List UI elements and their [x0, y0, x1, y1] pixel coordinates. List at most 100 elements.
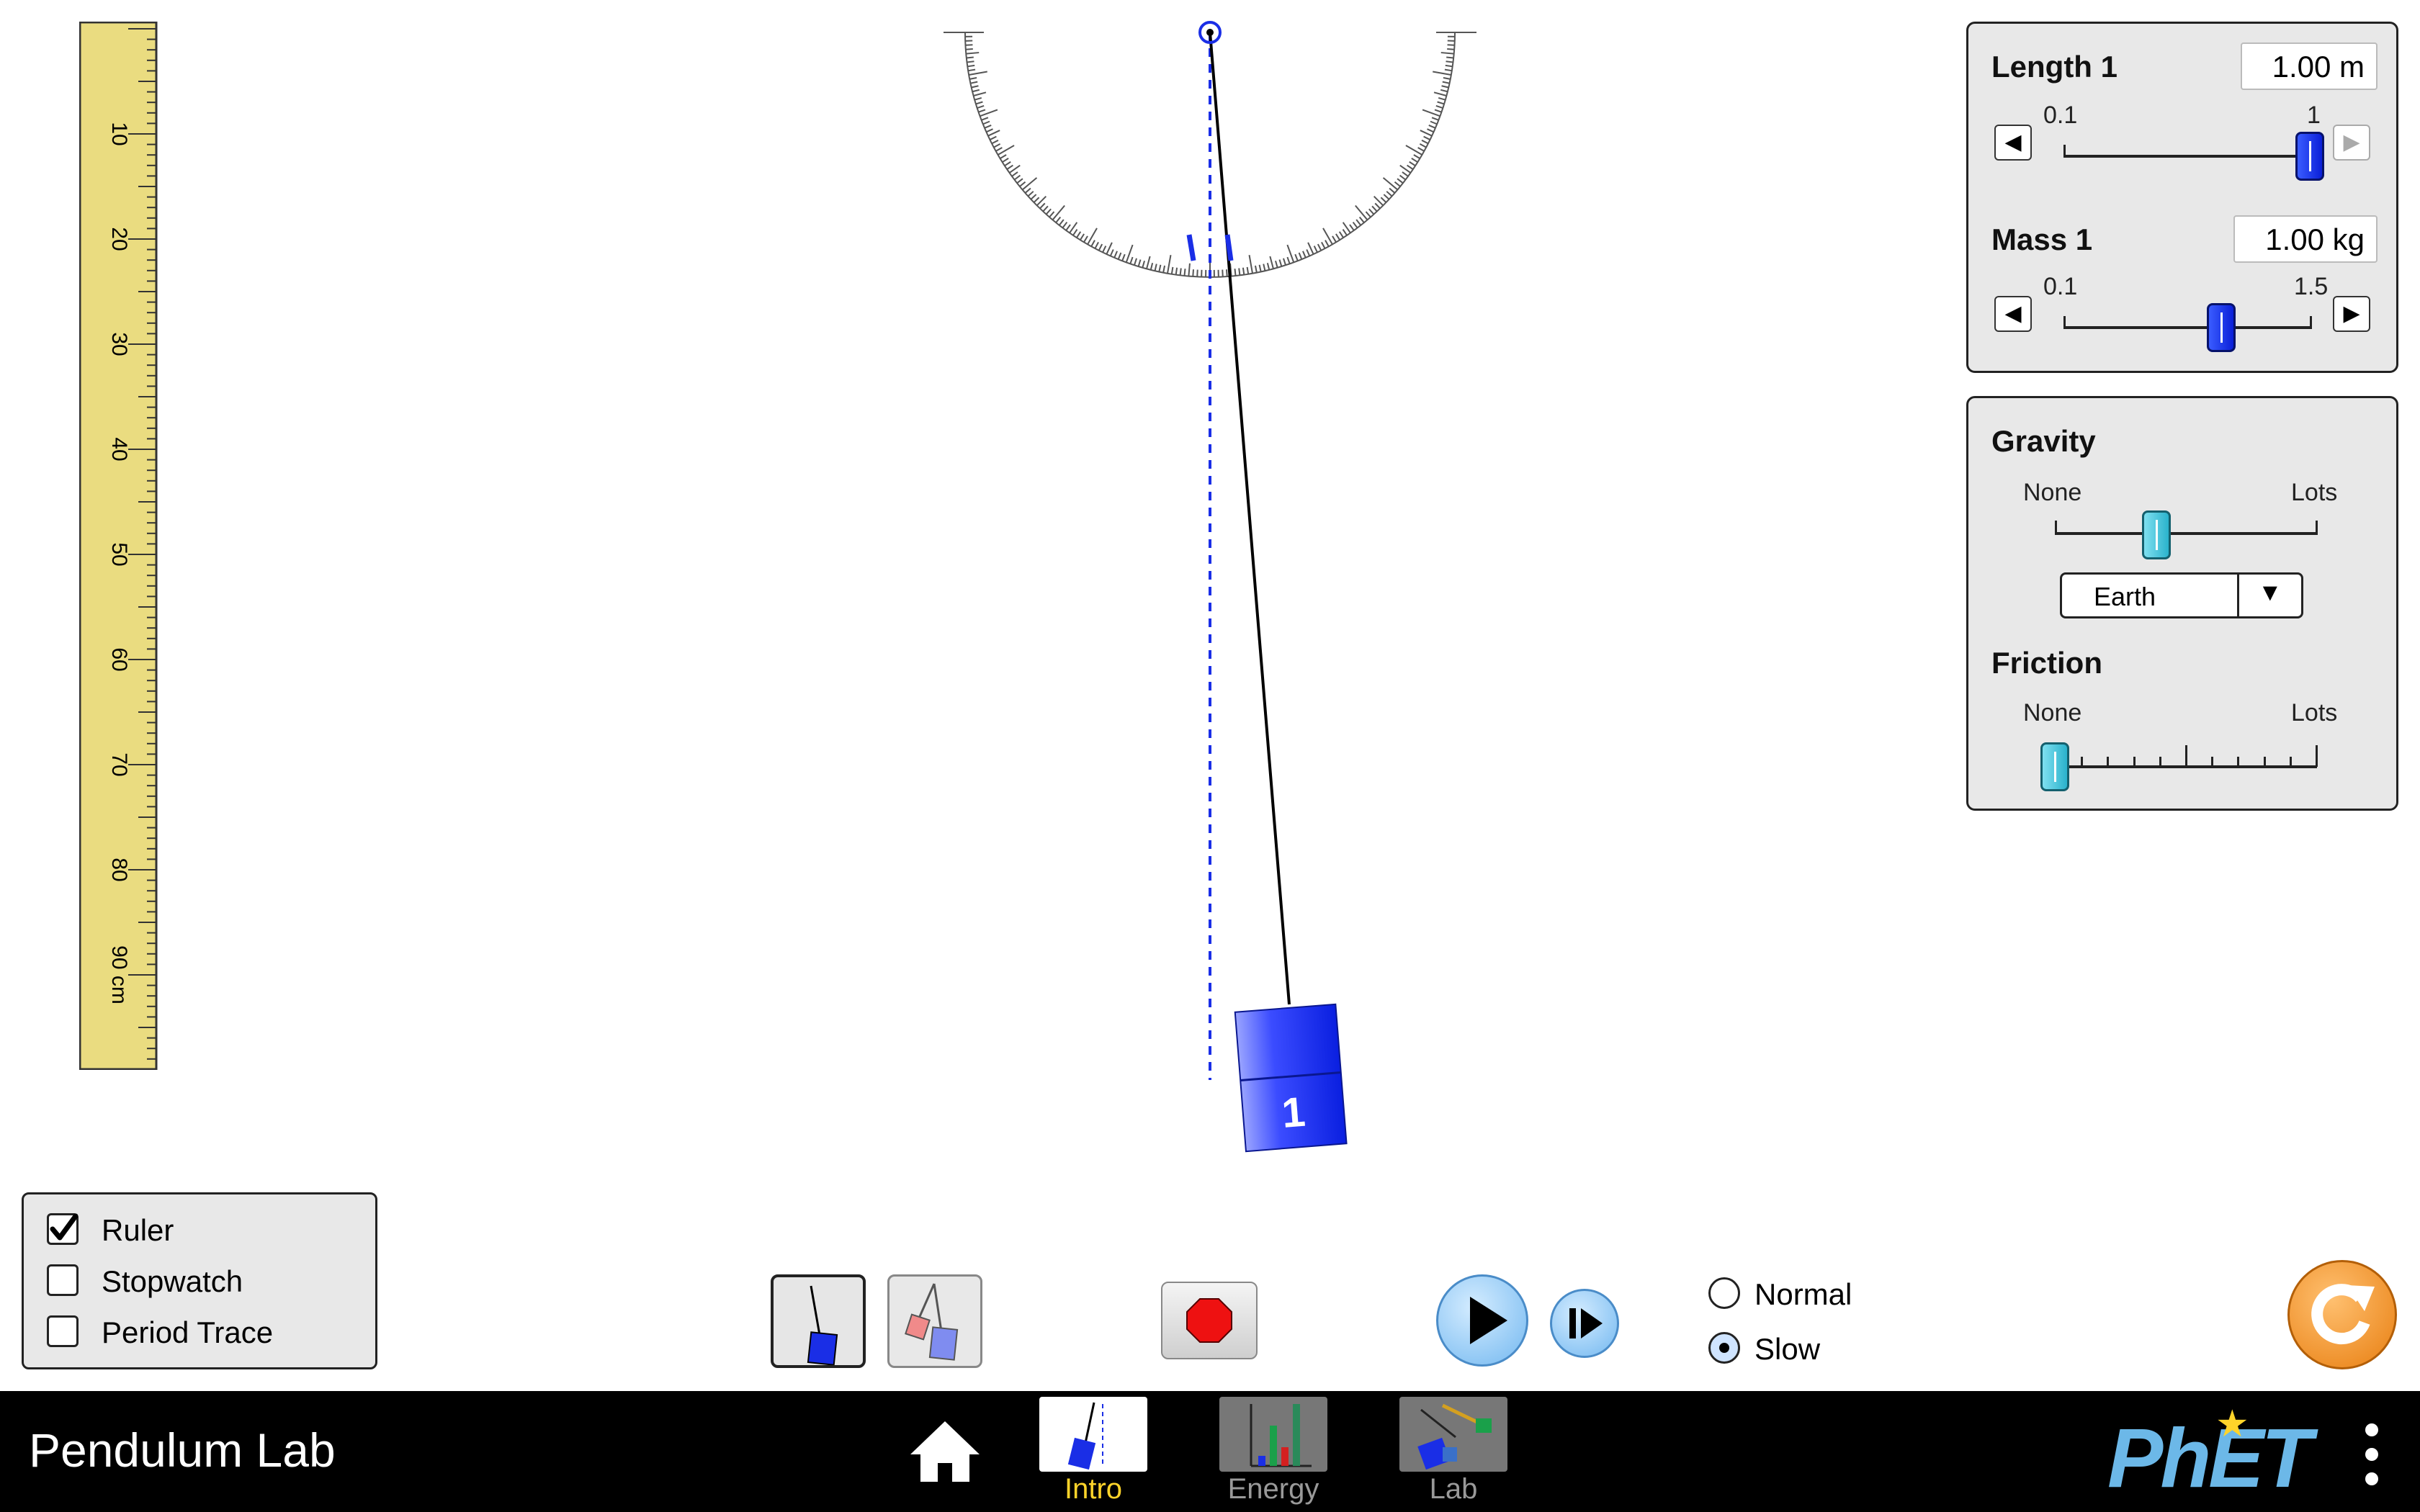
gravity-slider-track[interactable]	[2055, 532, 2317, 535]
radio-dot-icon	[1719, 1343, 1729, 1353]
pivot-center	[1206, 29, 1214, 36]
tab-energy-label: Energy	[1227, 1473, 1319, 1505]
ruler[interactable]: 10 20 30 40 50 60 70 80 90 cm	[79, 21, 158, 1071]
length-mass-panel: Length 1 1.00 m 0.1 1 ◀ ▶ Mass 1 1.00 kg…	[1966, 22, 2398, 373]
play-button[interactable]	[1436, 1274, 1528, 1367]
friction-slider-tick	[2237, 757, 2240, 767]
period-trace-checkbox[interactable]	[47, 1315, 79, 1347]
tab-intro[interactable]: Intro	[1036, 1391, 1151, 1512]
ruler-tick-label: 30	[107, 332, 131, 356]
ruler-tick-label: 60	[107, 647, 131, 671]
friction-slider-tick	[2133, 757, 2136, 767]
checkmark-icon	[50, 1213, 79, 1241]
one-pendulum-icon	[807, 1285, 838, 1366]
mass-slider-tick-max	[2310, 316, 2312, 329]
friction-min-label: None	[2023, 699, 2082, 726]
period-trace-checkbox-label: Period Trace	[102, 1315, 274, 1349]
speed-normal-radio[interactable]: Normal	[1707, 1273, 1880, 1316]
reset-icon	[2311, 1284, 2375, 1345]
length-increase-button[interactable]: ▶	[2333, 125, 2370, 161]
ruler-checkbox-label: Ruler	[102, 1213, 174, 1247]
tab-intro-label: Intro	[1064, 1473, 1123, 1505]
length-min-label: 0.1	[2043, 102, 2078, 129]
mass-number-label: 1	[1280, 1089, 1307, 1137]
app-title: Pendulum Lab	[29, 1423, 336, 1477]
stopwatch-checkbox-label: Stopwatch	[102, 1264, 243, 1298]
ruler-graphic: 10 20 30 40 50 60 70 80 90 cm	[79, 21, 158, 1071]
max-angle-marker-left	[1186, 234, 1196, 261]
intro-tab-icon	[1039, 1397, 1147, 1472]
mass-max-label: 1.5	[2294, 273, 2329, 300]
length-value-field: 1.00 m	[2241, 42, 2378, 90]
tab-lab[interactable]: Lab	[1396, 1391, 1511, 1512]
gravity-slider-thumb[interactable]	[2142, 510, 2172, 559]
phet-logo[interactable]: PhET ★	[2107, 1403, 2345, 1505]
lab-tab-icon	[1399, 1397, 1507, 1472]
friction-title: Friction	[1991, 646, 2102, 680]
phet-logo-text: PhET	[2107, 1411, 2312, 1505]
length-slider-tick-min	[2063, 145, 2066, 158]
length-slider-thumb[interactable]	[2295, 132, 2324, 181]
mass-title: Mass 1	[1991, 222, 2093, 256]
mass-value-field: 1.00 kg	[2233, 215, 2378, 263]
stop-button[interactable]	[1161, 1282, 1258, 1359]
reset-all-button[interactable]	[2287, 1260, 2397, 1369]
tab-lab-label: Lab	[1429, 1473, 1478, 1505]
gravity-slider-tick-max	[2316, 521, 2318, 535]
ruler-checkbox[interactable]	[47, 1213, 79, 1245]
speed-normal-radio-circle[interactable]	[1708, 1277, 1740, 1309]
speed-slow-radio-circle[interactable]	[1708, 1332, 1740, 1364]
gravity-min-label: None	[2023, 479, 2082, 506]
simulation-area: 10 20 30 40 50 60 70 80 90 cm 1 Length 1 1.00 m …	[0, 0, 2420, 1391]
speed-slow-radio[interactable]: Slow	[1707, 1328, 1880, 1371]
length-slider-track[interactable]	[2063, 155, 2311, 158]
home-icon	[910, 1421, 980, 1482]
mass-decrease-button[interactable]: ◀	[1994, 296, 2032, 332]
menu-button[interactable]	[2355, 1420, 2388, 1489]
gravity-max-label: Lots	[2291, 479, 2338, 506]
gravity-slider-tick-min	[2055, 521, 2057, 535]
length-decrease-button[interactable]: ◀	[1994, 125, 2032, 161]
friction-slider-tick	[2263, 757, 2266, 767]
one-pendulum-button[interactable]	[771, 1274, 866, 1368]
ruler-tick-label: 10	[107, 122, 131, 145]
ruler-tick-label: 80	[107, 858, 131, 881]
tools-panel: Ruler Stopwatch Period Trace	[22, 1192, 377, 1369]
pendulum-mass[interactable]: 1	[1234, 1003, 1348, 1153]
friction-slider-tick	[2289, 757, 2292, 767]
navigation-bar: Pendulum Lab Intro Energy Lab PhET ★	[0, 1391, 2420, 1512]
friction-max-label: Lots	[2291, 699, 2338, 726]
pendulum-scene: 1	[944, 21, 1476, 1153]
chevron-down-icon: ▼	[2258, 579, 2282, 606]
friction-slider-thumb[interactable]	[2040, 742, 2069, 791]
phet-logo-spark: ★	[2215, 1403, 2249, 1445]
friction-slider-tick	[2211, 757, 2214, 767]
gravity-title: Gravity	[1991, 424, 2096, 458]
ruler-tick-label: 50	[107, 542, 131, 566]
kebab-menu-icon	[2365, 1423, 2378, 1485]
length-title: Length 1	[1991, 50, 2118, 84]
two-pendulums-icon	[905, 1283, 959, 1361]
pendulum-rod[interactable]	[1209, 32, 1291, 1005]
friction-slider-tick	[2159, 757, 2161, 767]
mass-increase-button[interactable]: ▶	[2333, 296, 2370, 332]
speed-slow-label: Slow	[1754, 1332, 1821, 1366]
dropdown-button[interactable]: ▼	[2237, 575, 2301, 616]
ruler-tick-label: 70	[107, 752, 131, 776]
energy-tab-icon	[1219, 1397, 1327, 1472]
friction-slider-tick	[2081, 757, 2084, 767]
stopwatch-checkbox[interactable]	[47, 1264, 79, 1296]
step-forward-button[interactable]	[1550, 1289, 1619, 1358]
mass-slider-track[interactable]	[2063, 326, 2311, 329]
ruler-tick-label: 20	[107, 227, 131, 251]
ruler-tick-label: 40	[107, 437, 131, 461]
home-button[interactable]	[906, 1417, 984, 1486]
ruler-tick-label: 90 cm	[107, 945, 131, 1004]
length-max-label: 1	[2307, 102, 2321, 129]
gravity-body-dropdown[interactable]: Earth ▼	[2060, 572, 2303, 618]
friction-slider-tick	[2107, 757, 2110, 767]
mass-slider-thumb[interactable]	[2206, 303, 2236, 352]
two-pendulums-button[interactable]	[887, 1274, 982, 1368]
friction-slider-tick	[2316, 745, 2318, 767]
tab-energy[interactable]: Energy	[1216, 1391, 1331, 1512]
